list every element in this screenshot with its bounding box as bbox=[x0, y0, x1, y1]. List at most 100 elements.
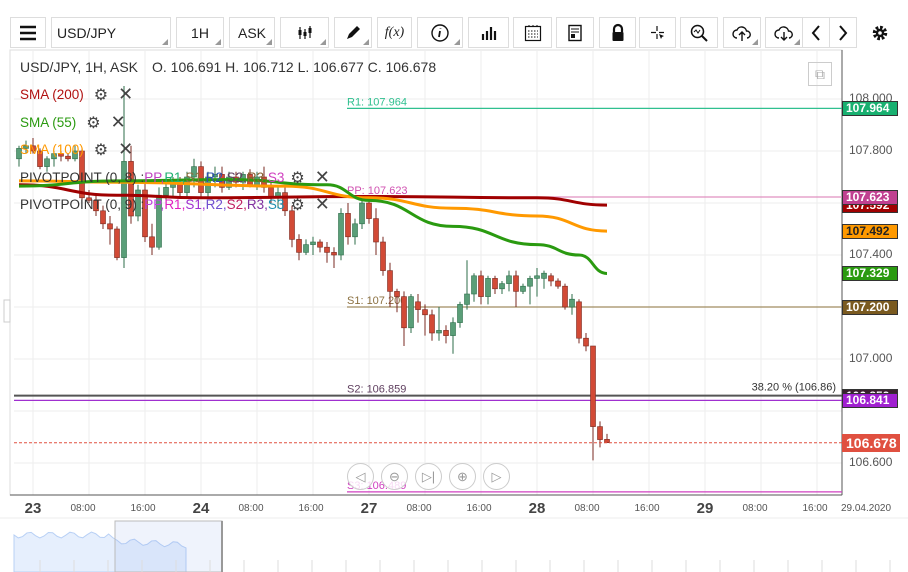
scroll-back-button[interactable]: ◁ bbox=[347, 463, 374, 490]
gear-icon[interactable]: ⚙ bbox=[94, 85, 108, 105]
y-tick-label: 106.600 bbox=[849, 455, 893, 469]
candle bbox=[310, 241, 316, 245]
price-tag: 107.329 bbox=[842, 266, 898, 282]
candle bbox=[408, 296, 414, 329]
pivot-component: R3, bbox=[246, 197, 268, 212]
candle bbox=[373, 218, 379, 243]
candle bbox=[331, 252, 337, 256]
pivot-component: PP, bbox=[144, 170, 165, 185]
candle bbox=[443, 330, 449, 336]
indicator-label: SMA (100) bbox=[20, 142, 84, 157]
candle bbox=[562, 285, 568, 308]
pivot-level-label: R1: 107.964 bbox=[347, 96, 407, 108]
close-icon[interactable]: ✕ bbox=[111, 112, 126, 133]
pivot-component: PP, bbox=[144, 197, 165, 212]
pivot-component: S2, bbox=[226, 197, 247, 212]
gear-icon[interactable]: ⚙ bbox=[94, 140, 108, 160]
candle bbox=[478, 275, 484, 297]
price-tag: 107.200 bbox=[842, 300, 898, 315]
pivot-label: PIVOTPOINT (0, 8) : bbox=[20, 170, 145, 185]
candle bbox=[590, 345, 596, 427]
candle bbox=[583, 337, 589, 347]
x-tick-label: 29 bbox=[696, 500, 714, 517]
y-tick-label: 107.000 bbox=[849, 351, 893, 365]
y-tick-label: 107.800 bbox=[849, 143, 893, 157]
candle bbox=[394, 291, 400, 297]
x-tick-label: 16:00 bbox=[634, 503, 660, 514]
price-tag: 107.964 bbox=[842, 101, 898, 117]
gear-icon[interactable]: ⚙ bbox=[290, 168, 304, 188]
pivot-component: S1, bbox=[185, 170, 206, 185]
candle bbox=[345, 213, 351, 238]
candle bbox=[303, 244, 309, 253]
candle bbox=[352, 223, 358, 238]
pivot-component: R2, bbox=[205, 197, 227, 212]
current-price-tag: 106.678 bbox=[842, 433, 900, 452]
x-tick-label: 16:00 bbox=[466, 503, 492, 514]
candle bbox=[485, 278, 491, 297]
candle bbox=[520, 285, 526, 292]
pivot-component: S2, bbox=[226, 170, 247, 185]
close-icon[interactable]: ✕ bbox=[315, 194, 330, 215]
x-tick-label: 08:00 bbox=[70, 503, 96, 514]
candle bbox=[471, 275, 477, 295]
pivot-component: R2, bbox=[205, 170, 227, 185]
candle bbox=[289, 210, 295, 240]
skip-end-icon: ▷| bbox=[421, 468, 436, 484]
candle bbox=[429, 314, 435, 334]
candle bbox=[576, 301, 582, 339]
candle bbox=[457, 304, 463, 323]
indicator-legend-item[interactable]: SMA (55) ⚙ ✕ bbox=[20, 112, 126, 133]
legend-ohlc: O. 106.691 H. 106.712 L. 106.677 C. 106.… bbox=[152, 59, 437, 75]
indicator-label: SMA (200) bbox=[20, 87, 84, 102]
zoom-in-icon: ⊕ bbox=[457, 468, 468, 484]
detach-chart-button[interactable]: ⧉ bbox=[808, 62, 832, 86]
candle bbox=[401, 296, 407, 329]
candle bbox=[548, 275, 554, 282]
candle bbox=[436, 330, 442, 334]
x-tick-label: 28 bbox=[528, 500, 546, 517]
x-tick-label: 08:00 bbox=[574, 503, 600, 514]
triangle-right-icon: ▷ bbox=[491, 468, 502, 484]
candle bbox=[492, 278, 498, 290]
pivot-component: R1, bbox=[164, 170, 186, 185]
candle bbox=[499, 283, 505, 290]
close-icon[interactable]: ✕ bbox=[118, 139, 133, 160]
pivot-component: R3, bbox=[246, 170, 268, 185]
candle bbox=[506, 275, 512, 284]
candle bbox=[513, 275, 519, 292]
x-tick-label: 27 bbox=[360, 500, 378, 517]
candle bbox=[366, 202, 372, 219]
zoom-in-button[interactable]: ⊕ bbox=[449, 463, 476, 490]
jump-to-end-button[interactable]: ▷| bbox=[415, 463, 442, 490]
scroll-forward-button[interactable]: ▷ bbox=[483, 463, 510, 490]
price-tag: 106.841 bbox=[842, 393, 898, 409]
y-tick-label: 107.400 bbox=[849, 247, 893, 261]
candle bbox=[296, 239, 302, 253]
navigator-window bbox=[114, 520, 223, 572]
pivot-legend-item[interactable]: PIVOTPOINT (0, 9) : PP, R1, S1, R2, S2, … bbox=[20, 194, 330, 215]
close-icon[interactable]: ✕ bbox=[315, 167, 330, 188]
zoom-out-button[interactable]: ⊖ bbox=[381, 463, 408, 490]
indicator-legend-item[interactable]: SMA (100) ⚙ ✕ bbox=[20, 139, 133, 160]
pivot-legend-item[interactable]: PIVOTPOINT (0, 8) : PP, R1, S1, R2, S2, … bbox=[20, 167, 330, 188]
gear-icon[interactable]: ⚙ bbox=[290, 195, 304, 215]
pivot-component: R1, bbox=[164, 197, 186, 212]
candle bbox=[450, 322, 456, 336]
candle bbox=[422, 309, 428, 316]
price-tag: 107.623 bbox=[842, 190, 898, 206]
candle bbox=[464, 293, 470, 305]
x-tick-label: 24 bbox=[192, 500, 210, 517]
candle bbox=[114, 228, 120, 258]
x-tick-label: 08:00 bbox=[742, 503, 768, 514]
price-tag: 107.492 bbox=[842, 224, 898, 240]
gear-icon[interactable]: ⚙ bbox=[86, 113, 100, 133]
x-tick-label: 08:00 bbox=[406, 503, 432, 514]
indicator-legend-item[interactable]: SMA (200) ⚙ ✕ bbox=[20, 84, 133, 105]
close-icon[interactable]: ✕ bbox=[118, 84, 133, 105]
fibonacci-label: 38.20 % (106.86) bbox=[752, 382, 836, 394]
candle bbox=[324, 246, 330, 253]
candle bbox=[597, 426, 603, 440]
x-tick-label: 16:00 bbox=[130, 503, 156, 514]
candle bbox=[387, 270, 393, 292]
